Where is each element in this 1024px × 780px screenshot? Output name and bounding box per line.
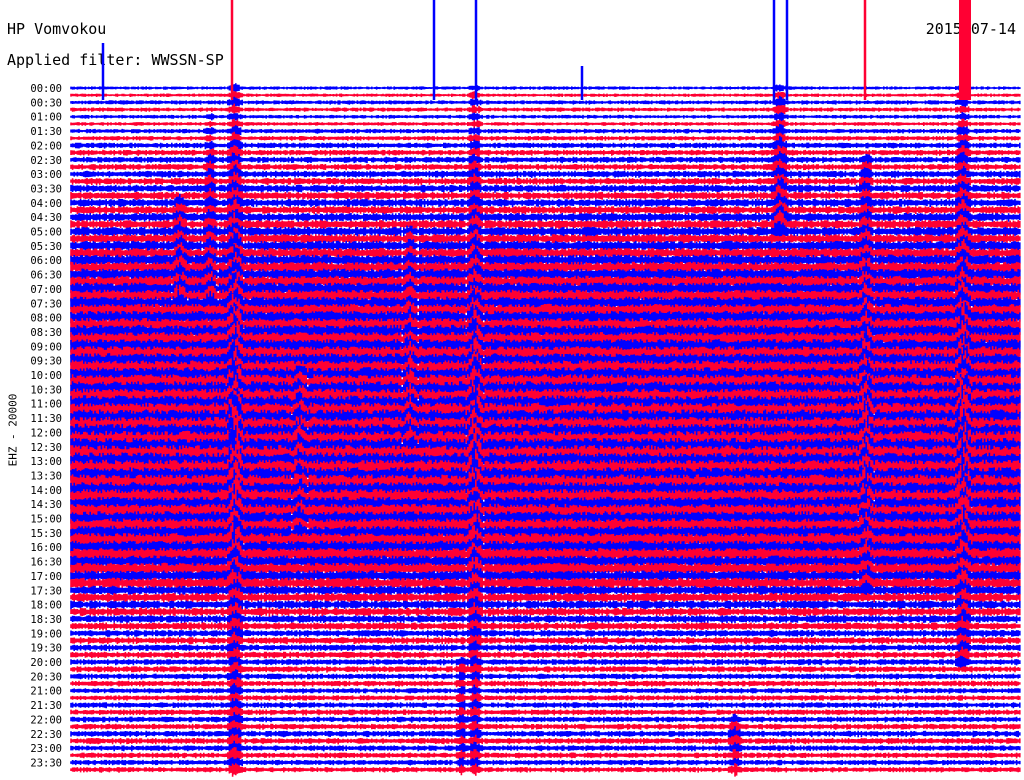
- time-tick-label: 13:30: [30, 470, 62, 482]
- trace-line-5: [70, 118, 1021, 129]
- trace-line-3: [70, 103, 1021, 116]
- time-tick-label: 02:00: [30, 140, 62, 152]
- time-tick-label: 11:30: [30, 413, 62, 425]
- time-tick-label: 19:30: [30, 643, 62, 655]
- time-tick-label: 12:00: [30, 427, 62, 439]
- trace-line-4: [70, 112, 1021, 122]
- time-tick-label: 01:30: [30, 126, 62, 138]
- time-tick-label: 04:00: [30, 198, 62, 210]
- time-tick-label: 10:00: [30, 370, 62, 382]
- time-tick-label: 21:00: [30, 686, 62, 698]
- time-tick-label: 09:00: [30, 341, 62, 353]
- time-tick-label: 18:30: [30, 614, 62, 626]
- time-tick-label: 02:30: [30, 155, 62, 167]
- time-tick-label: 13:00: [30, 456, 62, 468]
- time-tick-label: 21:30: [30, 700, 62, 712]
- time-tick-label: 11:00: [30, 399, 62, 411]
- time-tick-label: 20:00: [30, 657, 62, 669]
- trace-line-1: [70, 91, 1021, 100]
- time-tick-label: 22:00: [30, 714, 62, 726]
- time-tick-label: 17:30: [30, 585, 62, 597]
- time-tick-label: 19:00: [30, 628, 62, 640]
- time-tick-label: 23:30: [30, 757, 62, 769]
- trace-line-0: [70, 83, 1021, 94]
- time-tick-label: 07:30: [30, 298, 62, 310]
- time-tick-label: 18:00: [30, 600, 62, 612]
- trace-line-94: [70, 757, 1021, 769]
- time-tick-label: 14:00: [30, 485, 62, 497]
- time-tick-label: 10:30: [30, 384, 62, 396]
- time-tick-label: 03:00: [30, 169, 62, 181]
- time-tick-label: 06:00: [30, 255, 62, 267]
- time-tick-label: 05:30: [30, 241, 62, 253]
- time-tick-label: 15:30: [30, 528, 62, 540]
- time-tick-label: 00:30: [30, 97, 62, 109]
- time-tick-label: 16:00: [30, 542, 62, 554]
- time-tick-label: 08:30: [30, 327, 62, 339]
- trace-line-95: [70, 763, 1021, 777]
- time-tick-label: 06:30: [30, 270, 62, 282]
- time-tick-label: 04:30: [30, 212, 62, 224]
- time-tick-label: 22:30: [30, 729, 62, 741]
- time-tick-label: 14:30: [30, 499, 62, 511]
- trace-line-2: [70, 95, 1021, 110]
- trace-line-6: [70, 124, 1021, 138]
- time-tick-label: 17:00: [30, 571, 62, 583]
- time-tick-label: 20:30: [30, 671, 62, 683]
- time-tick-label: 12:30: [30, 442, 62, 454]
- time-tick-label: 15:00: [30, 514, 62, 526]
- trace-line-85: [70, 692, 1021, 704]
- time-tick-label: 00:00: [30, 83, 62, 95]
- time-tick-label: 05:00: [30, 227, 62, 239]
- time-tick-label: 23:00: [30, 743, 62, 755]
- time-tick-label: 07:00: [30, 284, 62, 296]
- time-tick-label: 03:30: [30, 183, 62, 195]
- time-tick-label: 09:30: [30, 356, 62, 368]
- helicorder-plot: 00:00 00:30 01:00 01:30 02:00 02:30 03:00 03:30…: [30, 0, 1021, 777]
- time-tick-label: 08:00: [30, 313, 62, 325]
- time-tick-label: 16:30: [30, 557, 62, 569]
- time-tick-label: 01:00: [30, 112, 62, 124]
